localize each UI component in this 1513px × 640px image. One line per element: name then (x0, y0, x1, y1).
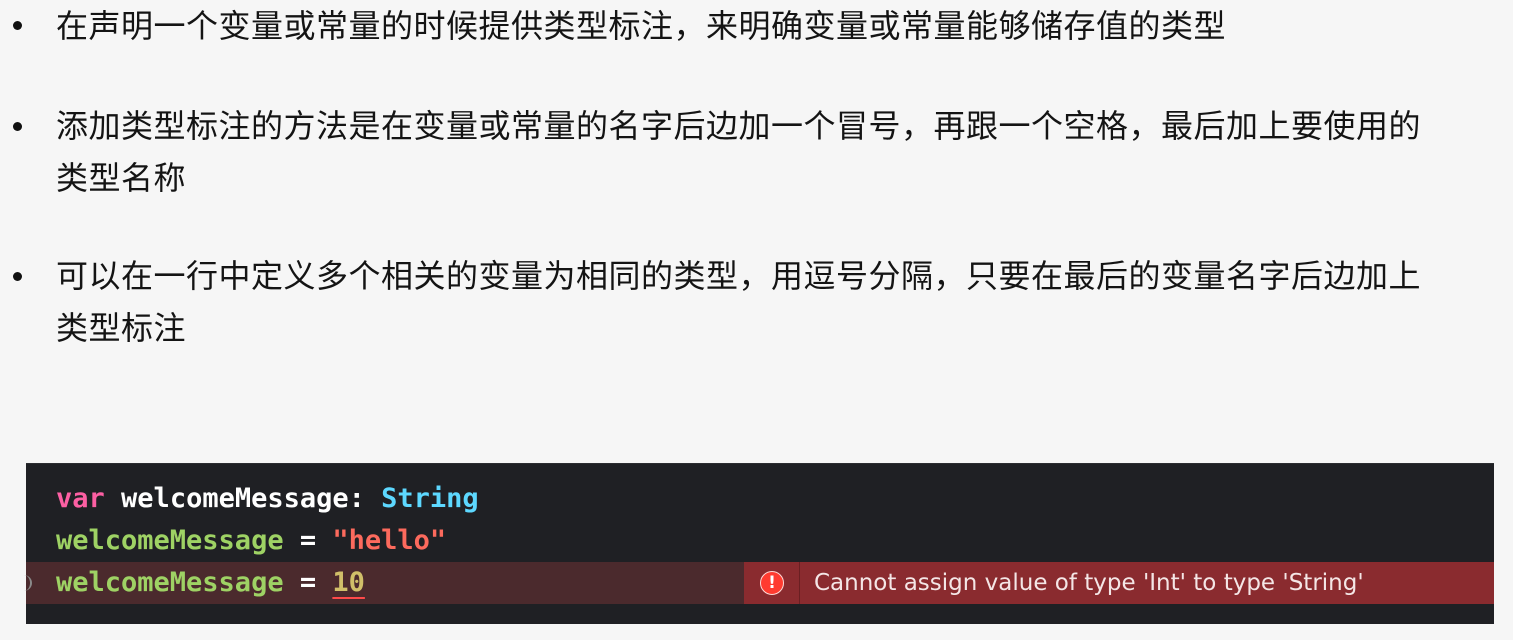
error-icon-cell[interactable]: ! (744, 562, 800, 604)
number-literal: 10 (332, 567, 365, 598)
error-exclamation-icon[interactable]: ! (760, 571, 784, 595)
assignment-operator: = (299, 525, 317, 556)
type-annotation-colon: : (348, 483, 365, 514)
bullet-text: 可以在一行中定义多个相关的变量为相同的类型，用逗号分隔，只要在最后的变量名字后边… (56, 257, 1422, 347)
string-literal: "hello" (332, 525, 447, 556)
error-message-banner[interactable]: ! Cannot assign value of type 'Int' to t… (744, 562, 1494, 604)
bullet-dot (13, 272, 22, 281)
keyword-var: var (56, 483, 105, 514)
variable-reference: welcomeMessage (56, 567, 284, 598)
variable-reference: welcomeMessage (56, 525, 284, 556)
variable-declaration-name: welcomeMessage (121, 483, 349, 514)
code-line-2[interactable]: welcomeMessage = "hello" (56, 520, 446, 562)
bullet-text: 添加类型标注的方法是在变量或常量的名字后边加一个冒号，再跟一个空格，最后加上要使… (56, 107, 1422, 197)
type-name: String (381, 483, 479, 514)
bullet-dot (13, 122, 22, 131)
code-line-3[interactable]: welcomeMessage = 10 (56, 562, 365, 604)
assignment-operator: = (299, 567, 317, 598)
bullet-text: 在声明一个变量或常量的时候提供类型标注，来明确变量或常量能够储存值的类型 (56, 7, 1227, 45)
code-line-1[interactable]: var welcomeMessage: String (56, 478, 479, 520)
code-editor[interactable]: var welcomeMessage: String welcomeMessag… (26, 463, 1494, 624)
error-message-text: Cannot assign value of type 'Int' to typ… (814, 570, 1364, 596)
bullet-dot (13, 21, 22, 30)
